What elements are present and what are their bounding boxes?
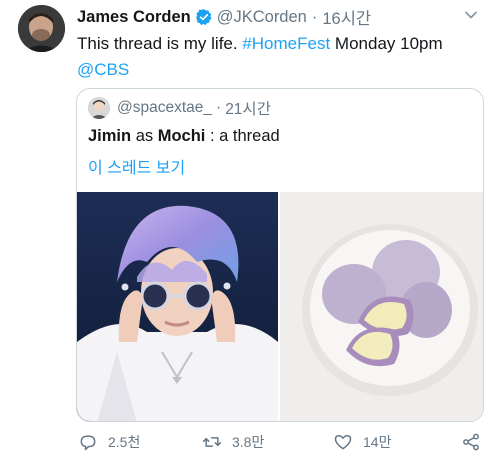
quoted-author-avatar[interactable] [88,97,110,119]
mention-link[interactable]: @CBS [77,60,129,79]
tweet-header: James Corden @JKCorden · 16시간 [77,5,371,29]
tweet-actions: 2.5천 3.8만 14만 [0,428,500,456]
quoted-word-as: as [131,127,158,145]
tweet-text: This thread is my life. #HomeFest Monday… [77,31,482,83]
header-separator: · [311,7,318,26]
share-button[interactable] [461,428,491,456]
like-button[interactable]: 14만 [333,428,391,456]
hashtag-link[interactable]: #HomeFest [242,34,330,53]
photo-person[interactable] [77,192,278,421]
show-thread-link[interactable]: 이 스레드 보기 [88,154,185,178]
quoted-author-handle[interactable]: @spacextae_ [117,99,212,117]
quoted-object: Mochi [157,127,206,145]
quoted-subject: Jimin [88,127,132,145]
author-avatar[interactable] [18,5,65,52]
retweet-count: 3.8만 [232,434,265,450]
like-count: 14만 [363,434,392,450]
quoted-tweet-text: Jimin as Mochi : a thread [88,127,280,146]
reply-button[interactable]: 2.5천 [78,428,140,456]
verified-badge-icon [195,8,213,26]
quoted-rest: : a thread [205,127,280,145]
photo-mochi[interactable] [280,192,483,421]
like-icon [334,435,352,450]
tweet-text-main: This thread is my life. [77,34,243,53]
quoted-tweet-time[interactable]: 21시간 [225,97,271,119]
quoted-media [77,192,483,421]
reply-count: 2.5천 [108,434,141,450]
retweet-icon [202,437,222,447]
author-handle[interactable]: @JKCorden [217,8,307,27]
chevron-down-icon[interactable] [464,8,478,22]
quoted-tweet[interactable]: @spacextae_ · 21시간 Jimin as Mochi : a th… [76,88,484,422]
retweet-button[interactable]: 3.8만 [202,428,264,456]
quoted-tweet-header: @spacextae_ · 21시간 [88,97,271,119]
tweet[interactable]: James Corden @JKCorden · 16시간 This threa… [0,0,500,460]
tweet-text-after: Monday 10pm [330,34,443,53]
author-name[interactable]: James Corden [77,8,191,27]
tweet-time[interactable]: 16시간 [322,5,371,29]
quoted-header-separator: · [216,99,222,116]
share-icon [463,433,479,451]
reply-icon [80,435,96,451]
